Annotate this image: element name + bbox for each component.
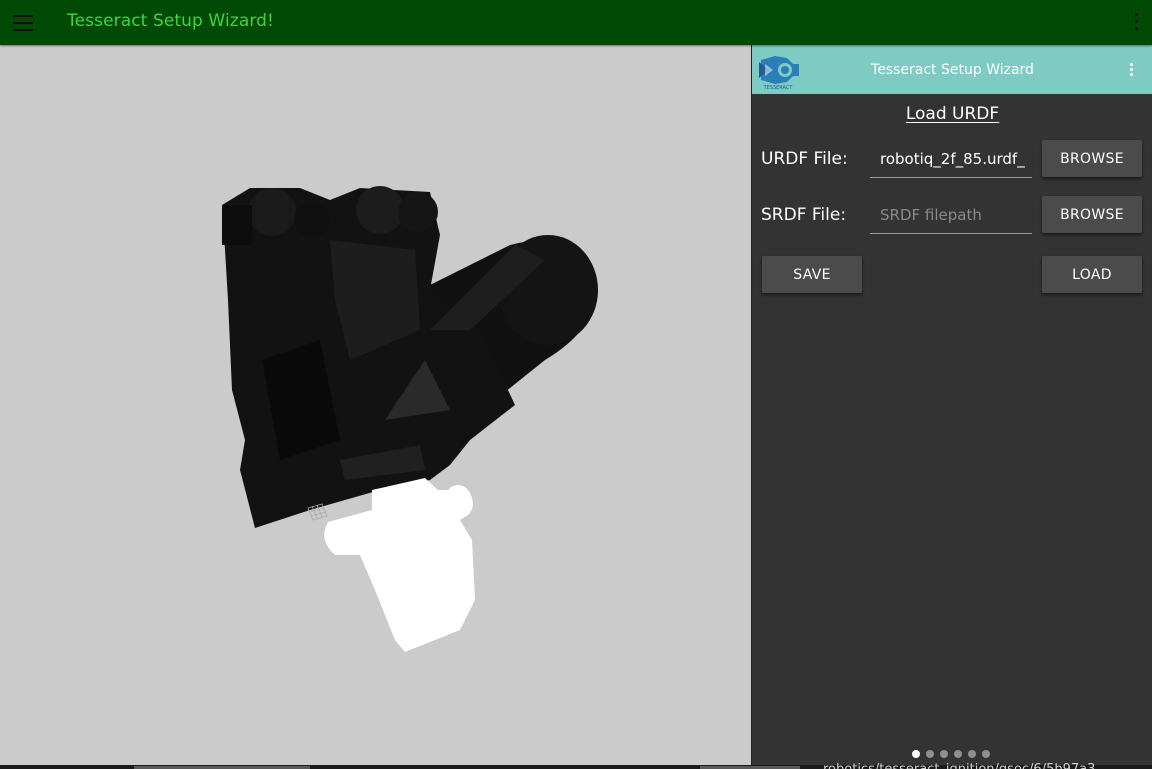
urdf-browse-button[interactable]: BROWSE: [1042, 140, 1142, 177]
urdf-file-label: URDF File:: [761, 149, 848, 169]
robotiq-gripper-model: [222, 186, 598, 652]
scene-viewport[interactable]: [0, 45, 751, 765]
panel-header: TESSERACT Tesseract Setup Wizard: [752, 45, 1152, 94]
srdf-browse-button[interactable]: BROWSE: [1042, 196, 1142, 233]
setup-wizard-panel: TESSERACT Tesseract Setup Wizard Load UR…: [751, 45, 1152, 765]
app-title: Tesseract Setup Wizard!: [67, 11, 274, 31]
panel-more-vert-icon[interactable]: [1129, 61, 1135, 77]
svg-text:TESSERACT: TESSERACT: [763, 85, 794, 90]
urdf-file-input[interactable]: [870, 140, 1032, 178]
section-title: Load URDF: [905, 104, 1000, 124]
load-button[interactable]: LOAD: [1042, 256, 1142, 293]
srdf-file-label: SRDF File:: [761, 205, 847, 225]
app-bar: Tesseract Setup Wizard!: [0, 0, 1152, 45]
hamburger-menu-icon[interactable]: [8, 8, 38, 38]
srdf-file-input[interactable]: [870, 196, 1032, 234]
save-button[interactable]: SAVE: [762, 256, 862, 293]
panel-title: Tesseract Setup Wizard: [871, 62, 1034, 78]
background-window-text: robotics/tesseract_ignition/gsoc/6/5b97a…: [823, 757, 1152, 769]
more-vert-icon[interactable]: [1130, 10, 1142, 34]
